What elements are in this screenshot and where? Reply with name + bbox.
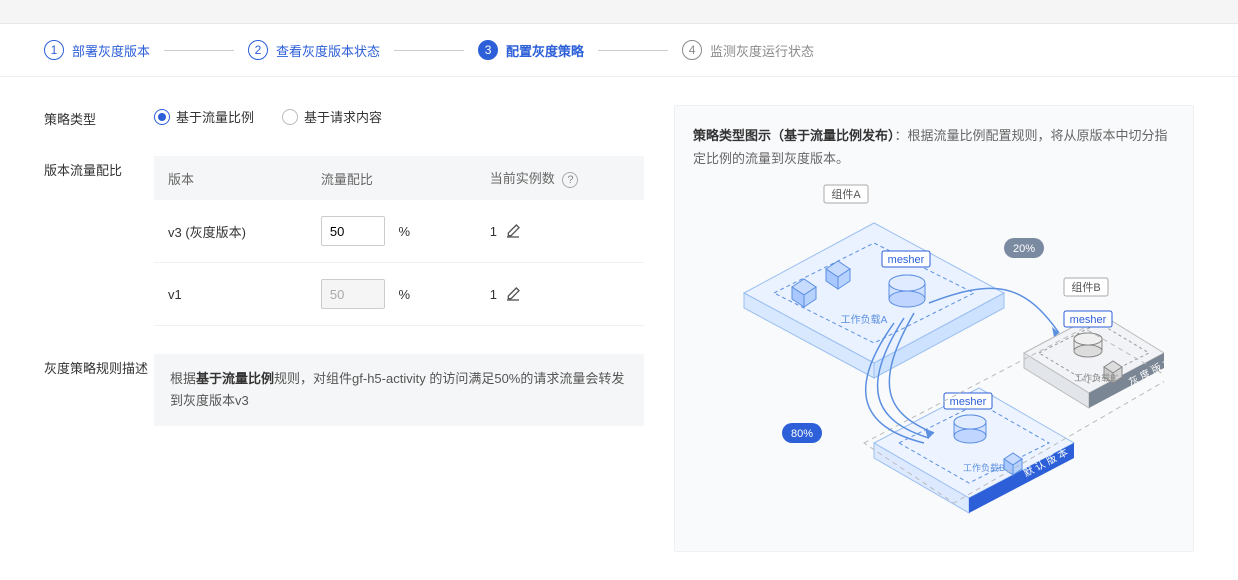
top-spacer bbox=[0, 0, 1238, 24]
traffic-table-wrapper: 版本 流量配比 当前实例数 ? v3 (灰度版本) bbox=[154, 156, 644, 326]
svg-text:80%: 80% bbox=[791, 428, 813, 440]
strategy-type-label: 策略类型 bbox=[44, 105, 154, 128]
col-version: 版本 bbox=[154, 156, 307, 200]
ratio-input[interactable] bbox=[321, 216, 385, 246]
cell-ratio: % bbox=[307, 263, 476, 326]
left-panel: 策略类型 基于流量比例 基于请求内容 版本流量配比 版本 bbox=[44, 105, 644, 552]
edit-icon[interactable] bbox=[505, 286, 521, 302]
svg-text:mesher: mesher bbox=[950, 396, 987, 408]
svg-text:mesher: mesher bbox=[888, 254, 925, 266]
instance-count: 1 bbox=[490, 287, 497, 302]
right-description: 策略类型图示（基于流量比例发布）：根据流量比例配置规则，将从原版本中切分指定比例… bbox=[693, 124, 1175, 171]
step-label: 部署灰度版本 bbox=[72, 41, 150, 60]
step-divider bbox=[598, 50, 668, 51]
desc-box: 根据基于流量比例规则，对组件gf-h5-activity 的访问满足50%的请求… bbox=[154, 354, 644, 426]
step-num-icon: 3 bbox=[478, 40, 498, 60]
col-instances-text: 当前实例数 bbox=[490, 171, 555, 186]
step-label: 监测灰度运行状态 bbox=[710, 41, 814, 60]
radio-icon bbox=[282, 109, 298, 125]
svg-text:20%: 20% bbox=[1013, 243, 1035, 255]
step-num-icon: 4 bbox=[682, 40, 702, 60]
desc-bold: 基于流量比例 bbox=[196, 371, 274, 386]
step-3[interactable]: 3 配置灰度策略 bbox=[478, 40, 584, 60]
svg-text:组件B: 组件B bbox=[1071, 280, 1100, 294]
desc-label: 灰度策略规则描述 bbox=[44, 354, 154, 426]
content: 策略类型 基于流量比例 基于请求内容 版本流量配比 版本 bbox=[0, 77, 1238, 580]
step-num-icon: 1 bbox=[44, 40, 64, 60]
table-row: v1 % 1 bbox=[154, 263, 644, 326]
help-icon[interactable]: ? bbox=[562, 172, 578, 188]
table-row: v3 (灰度版本) % 1 bbox=[154, 200, 644, 263]
percent-suffix: % bbox=[398, 287, 410, 302]
cell-instances: 1 bbox=[476, 200, 644, 263]
diagram-wrapper: 组件A bbox=[693, 183, 1175, 533]
col-instances: 当前实例数 ? bbox=[476, 156, 644, 200]
svg-text:工作负载B': 工作负载B' bbox=[1074, 372, 1118, 383]
step-4[interactable]: 4 监测灰度运行状态 bbox=[682, 40, 814, 60]
step-1[interactable]: 1 部署灰度版本 bbox=[44, 40, 150, 60]
instance-count: 1 bbox=[490, 224, 497, 239]
radio-label: 基于请求内容 bbox=[304, 107, 382, 126]
ratio-input-disabled bbox=[321, 279, 385, 309]
step-num-icon: 2 bbox=[248, 40, 268, 60]
radio-icon bbox=[154, 109, 170, 125]
step-divider bbox=[164, 50, 234, 51]
desc-prefix: 根据 bbox=[170, 371, 196, 386]
svg-text:工作负载B: 工作负载B bbox=[963, 462, 1005, 473]
stepper: 1 部署灰度版本 2 查看灰度版本状态 3 配置灰度策略 4 监测灰度运行状态 bbox=[0, 24, 1238, 77]
svg-text:组件A: 组件A bbox=[831, 187, 861, 201]
svg-text:mesher: mesher bbox=[1070, 314, 1107, 326]
col-ratio: 流量配比 bbox=[307, 156, 476, 200]
svg-text:工作负载A: 工作负载A bbox=[841, 313, 888, 326]
strategy-type-radios: 基于流量比例 基于请求内容 bbox=[154, 105, 644, 128]
step-divider bbox=[394, 50, 464, 51]
cell-instances: 1 bbox=[476, 263, 644, 326]
right-title: 策略类型图示（基于流量比例发布） bbox=[693, 128, 895, 143]
architecture-diagram: 组件A bbox=[704, 183, 1164, 533]
step-label: 查看灰度版本状态 bbox=[276, 41, 380, 60]
step-2[interactable]: 2 查看灰度版本状态 bbox=[248, 40, 380, 60]
cell-ratio: % bbox=[307, 200, 476, 263]
desc-row: 灰度策略规则描述 根据基于流量比例规则，对组件gf-h5-activity 的访… bbox=[44, 354, 644, 426]
radio-label: 基于流量比例 bbox=[176, 107, 254, 126]
radio-by-request[interactable]: 基于请求内容 bbox=[282, 107, 382, 126]
cell-version: v3 (灰度版本) bbox=[154, 200, 307, 263]
traffic-table: 版本 流量配比 当前实例数 ? v3 (灰度版本) bbox=[154, 156, 644, 326]
strategy-type-row: 策略类型 基于流量比例 基于请求内容 bbox=[44, 105, 644, 128]
percent-suffix: % bbox=[398, 224, 410, 239]
step-label: 配置灰度策略 bbox=[506, 41, 584, 60]
traffic-ratio-row: 版本流量配比 版本 流量配比 当前实例数 ? bbox=[44, 156, 644, 326]
edit-icon[interactable] bbox=[505, 223, 521, 239]
radio-by-traffic[interactable]: 基于流量比例 bbox=[154, 107, 254, 126]
cell-version: v1 bbox=[154, 263, 307, 326]
traffic-ratio-label: 版本流量配比 bbox=[44, 156, 154, 326]
right-panel: 策略类型图示（基于流量比例发布）：根据流量比例配置规则，将从原版本中切分指定比例… bbox=[674, 105, 1194, 552]
